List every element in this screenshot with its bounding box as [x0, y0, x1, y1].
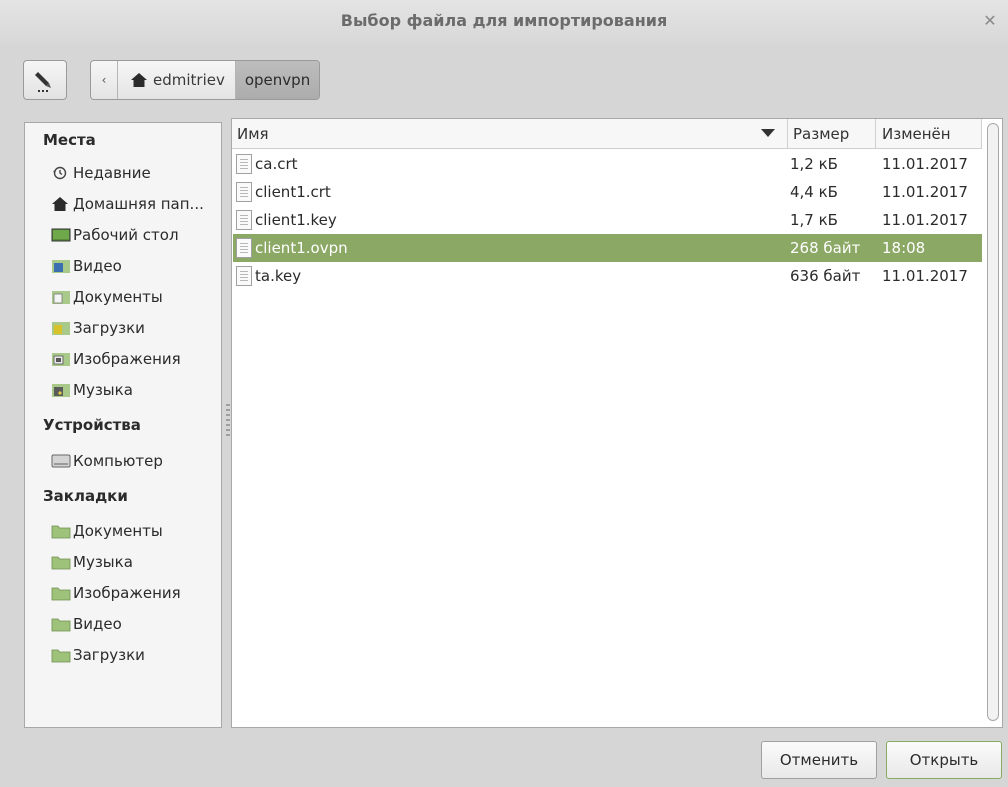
file-modified: 11.01.2017 — [882, 183, 968, 201]
folder-icon — [51, 523, 71, 539]
column-header-size[interactable]: Размер — [788, 119, 876, 149]
close-icon[interactable]: ✕ — [980, 11, 1000, 31]
path-back-button[interactable]: ‹ — [91, 61, 118, 99]
sidebar-item-label: Видео — [73, 615, 122, 633]
drive-icon — [51, 453, 71, 469]
folder-icon — [51, 616, 71, 632]
folder-icon — [51, 554, 71, 570]
sidebar-item-label: Компьютер — [73, 452, 163, 470]
sidebar-item-label: Изображения — [73, 584, 181, 602]
sidebar-item-music[interactable]: Музыка — [25, 376, 247, 404]
file-row[interactable]: ta.key 636 байт 11.01.2017 — [233, 262, 982, 290]
pictures-folder-icon — [51, 351, 71, 367]
path-segment-label: openvpn — [244, 71, 311, 89]
file-size: 268 байт — [790, 239, 861, 257]
sidebar-item-label: Документы — [73, 288, 163, 306]
sidebar-item-label: Изображения — [73, 350, 181, 368]
file-list: Имя Размер Изменён ca.crt 1,2 кБ 11.01.2… — [231, 118, 1003, 728]
sidebar-item-videos[interactable]: Видео — [25, 252, 247, 280]
file-name: ca.crt — [255, 155, 298, 173]
text-file-icon — [236, 238, 252, 258]
vertical-scrollbar[interactable] — [987, 123, 999, 721]
bookmarks-header: Закладки — [43, 487, 128, 505]
path-segment-label: edmitriev — [153, 71, 225, 89]
bookmark-item-videos[interactable]: Видео — [25, 610, 247, 638]
home-icon — [51, 196, 71, 212]
file-modified: 18:08 — [882, 239, 926, 257]
file-size: 636 байт — [790, 267, 861, 285]
videos-folder-icon — [51, 258, 71, 274]
file-row[interactable]: client1.key 1,7 кБ 11.01.2017 — [233, 206, 982, 234]
path-segment-home[interactable]: edmitriev — [118, 61, 236, 99]
file-name: ta.key — [255, 267, 302, 285]
sidebar-item-label: Музыка — [73, 381, 133, 399]
column-header-label: Имя — [237, 124, 269, 143]
text-file-icon — [236, 210, 252, 230]
path-segment-current[interactable]: openvpn — [235, 61, 320, 99]
column-header-label: Размер — [793, 124, 850, 143]
file-row-selected[interactable]: client1.ovpn 268 байт 18:08 — [233, 234, 982, 262]
bookmark-item-pictures[interactable]: Изображения — [25, 579, 247, 607]
column-header-name[interactable]: Имя — [232, 119, 788, 149]
text-file-icon — [236, 182, 252, 202]
file-size: 4,4 кБ — [790, 183, 838, 201]
home-icon — [131, 73, 147, 87]
path-bar: ‹ edmitriev openvpn — [90, 60, 321, 100]
file-size: 1,7 кБ — [790, 211, 838, 229]
sidebar-item-downloads[interactable]: Загрузки — [25, 314, 247, 342]
sidebar-item-label: Музыка — [73, 553, 133, 571]
file-modified: 11.01.2017 — [882, 211, 968, 229]
sort-descending-icon — [761, 129, 775, 137]
file-row[interactable]: client1.crt 4,4 кБ 11.01.2017 — [233, 178, 982, 206]
column-header-modified[interactable]: Изменён — [876, 119, 982, 149]
desktop-icon — [51, 227, 71, 243]
edit-location-button[interactable] — [23, 60, 67, 100]
bookmark-item-downloads[interactable]: Загрузки — [25, 641, 247, 669]
column-header-label: Изменён — [882, 124, 951, 143]
folder-icon — [51, 585, 71, 601]
sidebar-item-documents[interactable]: Документы — [25, 283, 247, 311]
sidebar-item-label: Загрузки — [73, 319, 145, 337]
sidebar-item-desktop[interactable]: Рабочий стол — [25, 221, 247, 249]
devices-header: Устройства — [43, 416, 141, 434]
pane-resize-handle[interactable] — [226, 404, 230, 438]
folder-icon — [51, 647, 71, 663]
cancel-button[interactable]: Отменить — [761, 741, 877, 779]
file-row[interactable]: ca.crt 1,2 кБ 11.01.2017 — [233, 150, 982, 178]
file-name: client1.key — [255, 211, 337, 229]
open-button[interactable]: Открыть — [886, 741, 1002, 779]
file-size: 1,2 кБ — [790, 155, 838, 173]
file-name: client1.crt — [255, 183, 331, 201]
text-file-icon — [236, 154, 252, 174]
downloads-folder-icon — [51, 320, 71, 336]
places-sidebar: Места Недавние Домашняя пап... Рабочий с… — [24, 122, 222, 728]
file-modified: 11.01.2017 — [882, 155, 968, 173]
sidebar-item-recent[interactable]: Недавние — [25, 159, 247, 187]
sidebar-item-computer[interactable]: Компьютер — [25, 447, 247, 475]
dialog-titlebar: Выбор файла для импортирования ✕ — [0, 0, 1008, 44]
sidebar-item-home[interactable]: Домашняя пап... — [25, 190, 247, 218]
bookmark-item-music[interactable]: Музыка — [25, 548, 247, 576]
places-header: Места — [43, 131, 96, 149]
dialog-title: Выбор файла для импортирования — [340, 11, 668, 30]
documents-folder-icon — [51, 289, 71, 305]
sidebar-item-label: Документы — [73, 522, 163, 540]
sidebar-item-label: Загрузки — [73, 646, 145, 664]
recent-icon — [51, 165, 71, 181]
sidebar-item-label: Рабочий стол — [73, 226, 179, 244]
sidebar-item-pictures[interactable]: Изображения — [25, 345, 247, 373]
pencil-icon — [35, 72, 51, 92]
bookmark-item-documents[interactable]: Документы — [25, 517, 247, 545]
sidebar-item-label: Видео — [73, 257, 122, 275]
chevron-left-icon: ‹ — [101, 73, 107, 87]
music-folder-icon — [51, 382, 71, 398]
file-modified: 11.01.2017 — [882, 267, 968, 285]
text-file-icon — [236, 266, 252, 286]
sidebar-item-label: Домашняя пап... — [73, 195, 204, 213]
file-name: client1.ovpn — [255, 239, 348, 257]
sidebar-item-label: Недавние — [73, 164, 151, 182]
